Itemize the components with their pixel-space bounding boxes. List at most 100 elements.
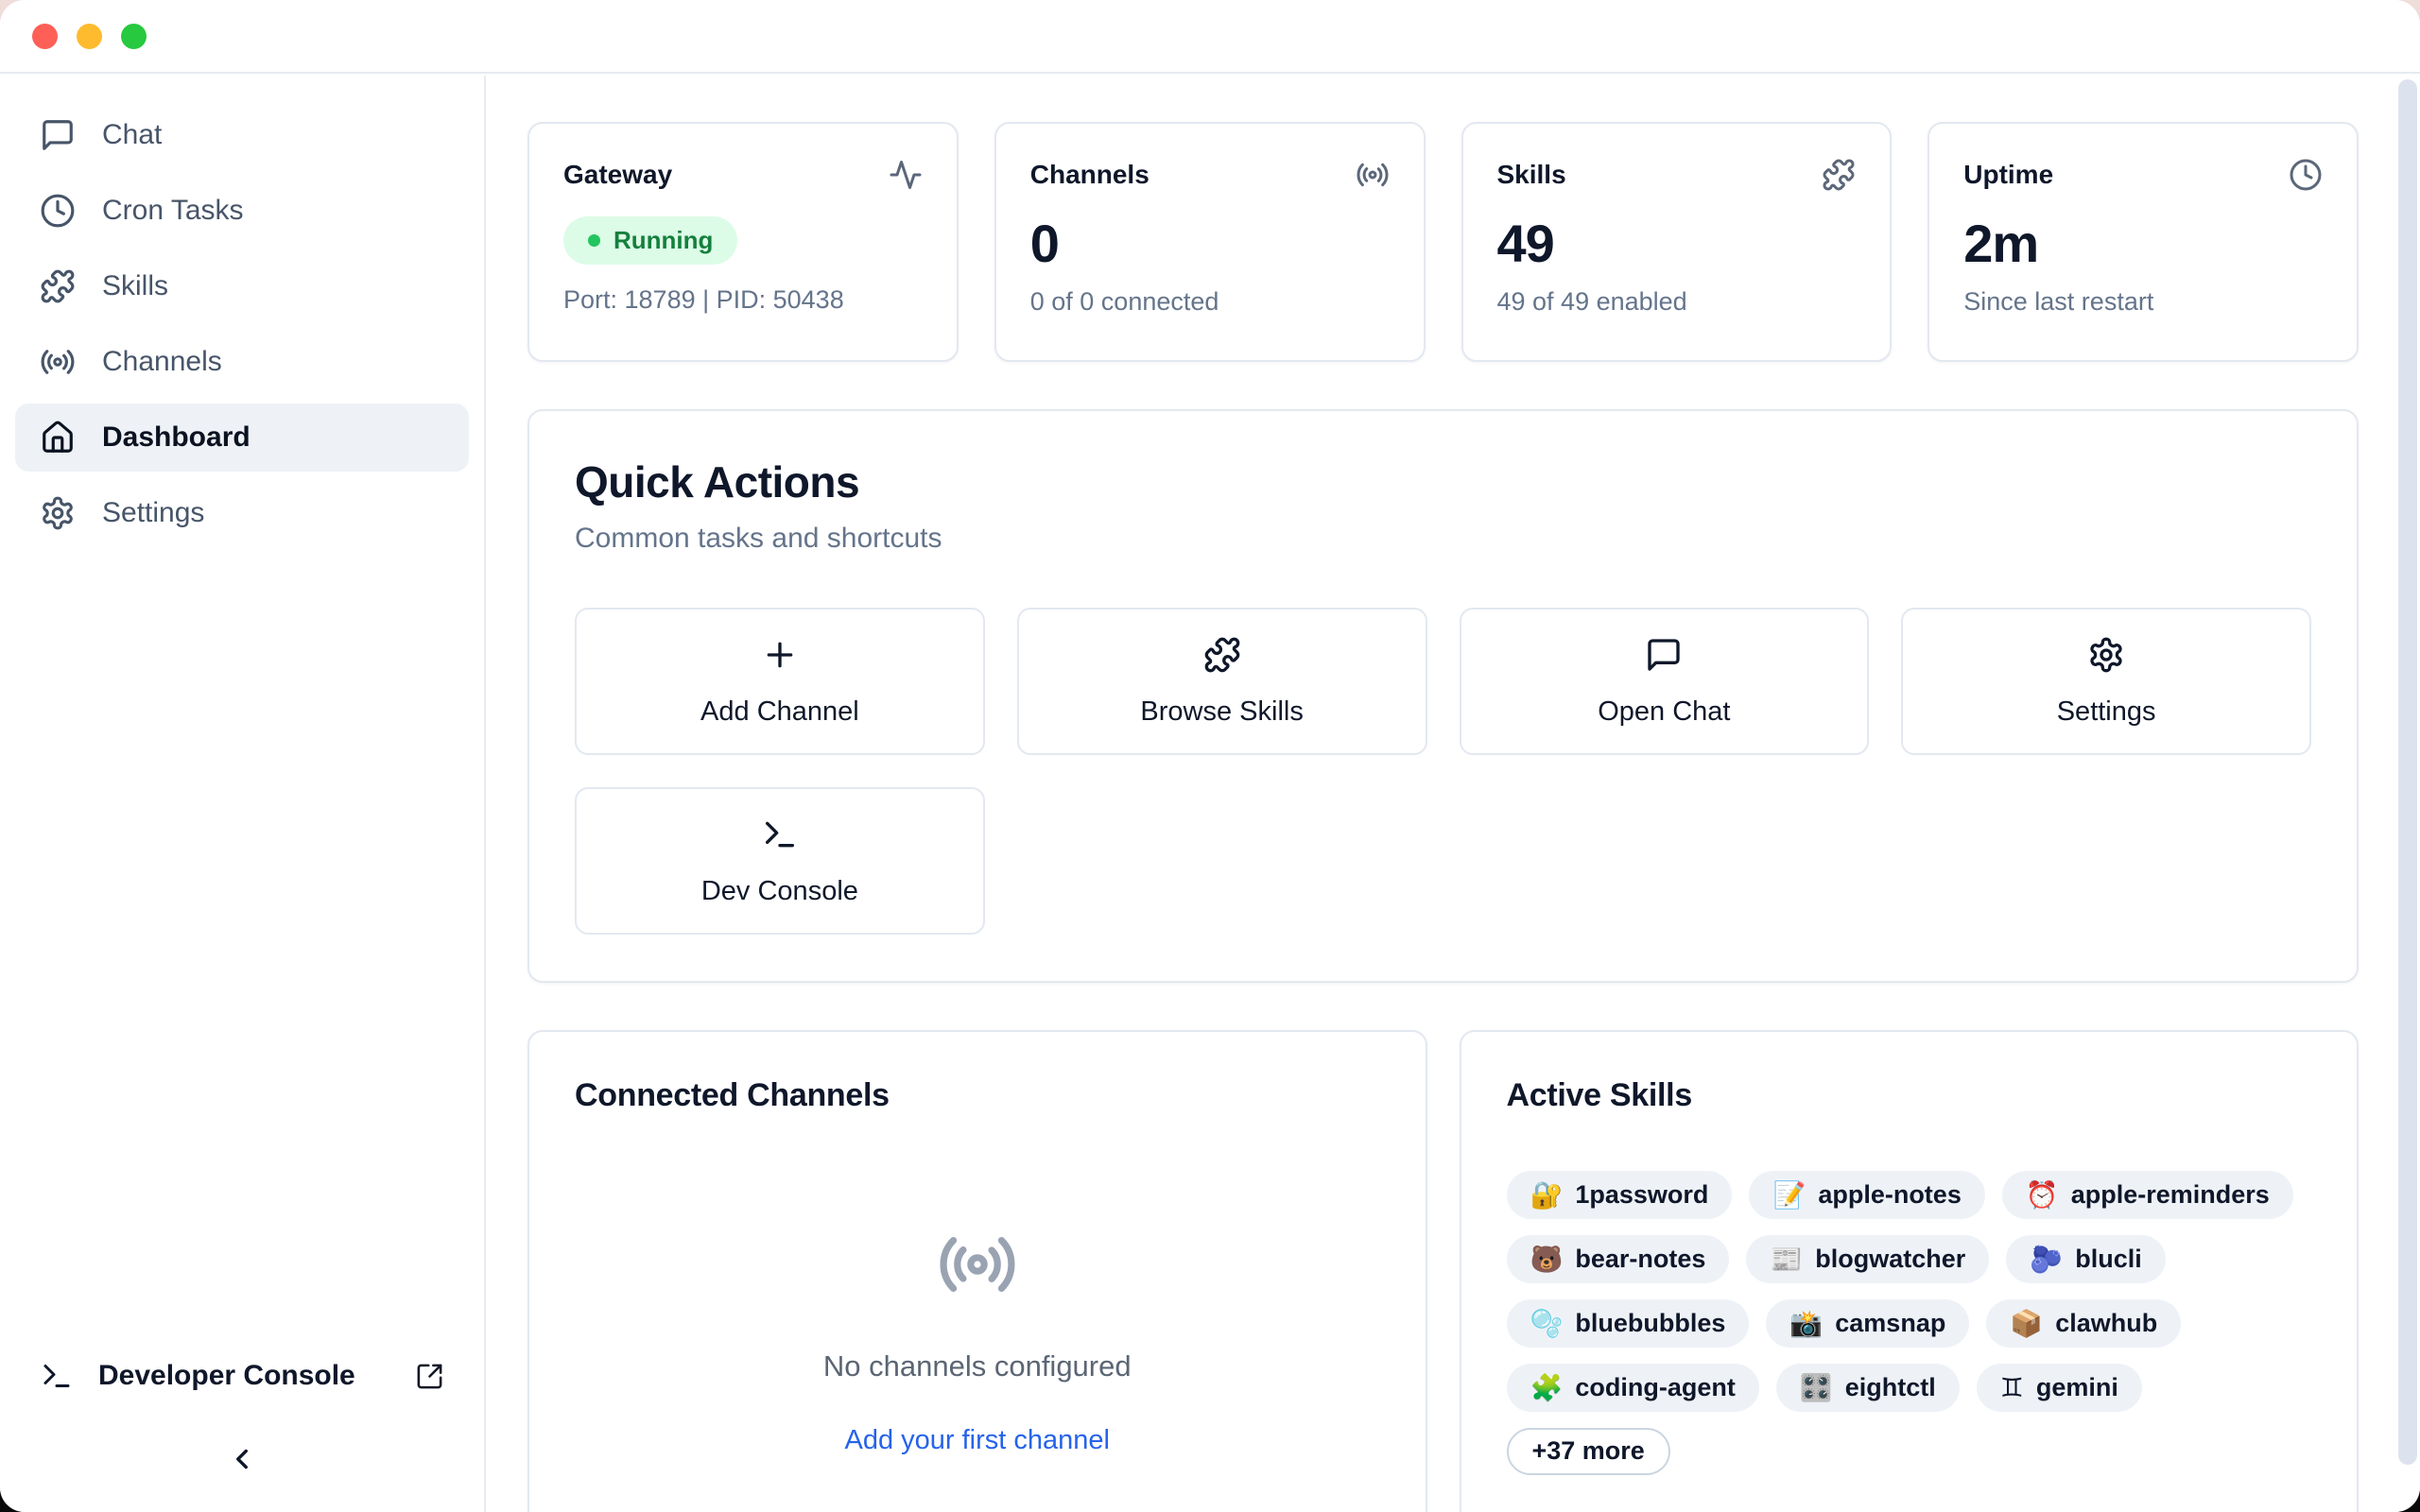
developer-console-link[interactable]: Developer Console (15, 1342, 469, 1410)
channels-empty-text: No channels configured (575, 1349, 1380, 1383)
skill-emoji: ♊ (2000, 1371, 2024, 1404)
titlebar (0, 0, 2420, 74)
skill-name: bear-notes (1575, 1244, 1705, 1276)
dev-console-button[interactable]: Dev Console (575, 787, 985, 935)
skill-badge: ♊ gemini (1977, 1364, 2142, 1412)
stat-detail: Since last restart (1963, 287, 2323, 317)
skill-name: blogwatcher (1815, 1244, 1965, 1276)
skill-emoji: ⏰ (2026, 1178, 2059, 1211)
add-channel-button[interactable]: Add Channel (575, 608, 985, 755)
dashboard-main: Gateway Running Port: 18789 | PID: 50438… (488, 76, 2420, 1512)
plus-icon (761, 636, 799, 674)
stat-value: 2m (1963, 213, 2323, 274)
zoom-button[interactable] (121, 24, 147, 49)
stat-card-skills: Skills 49 49 of 49 enabled (1461, 122, 1893, 362)
gear-icon (40, 495, 76, 531)
skill-emoji: 🎛️ (1800, 1371, 1833, 1404)
more-skills-button[interactable]: +37 more (1507, 1428, 1670, 1475)
open-chat-button[interactable]: Open Chat (1460, 608, 1870, 755)
chevron-left-icon (226, 1443, 258, 1475)
activity-icon (889, 158, 923, 192)
stat-card-gateway: Gateway Running Port: 18789 | PID: 50438 (527, 122, 959, 362)
skill-name: gemini (2036, 1372, 2118, 1404)
sidebar-collapse-button[interactable] (212, 1429, 272, 1489)
button-label: Add Channel (700, 696, 859, 728)
connected-channels-title: Connected Channels (575, 1077, 1380, 1114)
skill-badge: 📰 blogwatcher (1746, 1235, 1989, 1283)
sidebar-nav: Chat Cron Tasks Skills Channels (15, 101, 469, 555)
stat-value: 49 (1497, 213, 1857, 274)
scrollbar[interactable] (2398, 79, 2417, 1465)
sidebar-item-dashboard[interactable]: Dashboard (15, 404, 469, 472)
quick-actions-panel: Quick Actions Common tasks and shortcuts… (527, 409, 2359, 983)
stat-detail: Port: 18789 | PID: 50438 (563, 285, 923, 315)
button-label: Open Chat (1598, 696, 1730, 728)
sidebar-item-label: Settings (102, 497, 204, 529)
skill-emoji: 🫧 (1530, 1307, 1564, 1340)
sidebar-item-chat[interactable]: Chat (15, 101, 469, 169)
sidebar-item-label: Dashboard (102, 421, 251, 454)
skill-name: clawhub (2055, 1308, 2157, 1340)
skill-name: blucli (2075, 1244, 2142, 1276)
close-button[interactable] (32, 24, 58, 49)
skill-name: eightctl (1845, 1372, 1936, 1404)
skill-name: camsnap (1835, 1308, 1945, 1340)
skill-name: 1password (1575, 1179, 1708, 1211)
terminal-icon (40, 1359, 74, 1393)
skill-badge: 🎛️ eightctl (1776, 1364, 1960, 1412)
minimize-button[interactable] (77, 24, 102, 49)
clock-icon (2289, 158, 2323, 192)
quick-actions-title: Quick Actions (575, 456, 2311, 507)
connected-channels-card: Connected Channels No channels configure… (527, 1030, 1427, 1512)
status-badge: Running (563, 216, 737, 265)
sidebar-item-cron-tasks[interactable]: Cron Tasks (15, 177, 469, 245)
browse-skills-button[interactable]: Browse Skills (1017, 608, 1427, 755)
skill-emoji: 🔐 (1530, 1178, 1564, 1211)
sidebar-item-settings[interactable]: Settings (15, 479, 469, 547)
home-icon (40, 420, 76, 455)
sidebar-item-label: Channels (102, 346, 222, 378)
message-square-icon (40, 117, 76, 153)
skill-badge: ⏰apple-reminders (2002, 1171, 2293, 1219)
skill-badge: 📸 camsnap (1766, 1299, 1969, 1348)
puzzle-icon (1203, 636, 1241, 674)
radio-icon (937, 1224, 1018, 1305)
active-skills-card: Active Skills 🔐1password 📝apple-notes ⏰a… (1460, 1030, 2360, 1512)
skill-badge: 🫧bluebubbles (1507, 1299, 1750, 1348)
stat-card-uptime: Uptime 2m Since last restart (1927, 122, 2359, 362)
add-first-channel-link[interactable]: Add your first channel (575, 1425, 1380, 1456)
stat-value: 0 (1030, 213, 1390, 274)
skill-emoji: 🧩 (1530, 1371, 1564, 1404)
external-link-icon (415, 1362, 444, 1391)
settings-button[interactable]: Settings (1901, 608, 2311, 755)
skill-emoji: 🐻 (1530, 1243, 1564, 1276)
stat-title: Gateway (563, 160, 672, 190)
sidebar-item-skills[interactable]: Skills (15, 252, 469, 320)
stat-title: Uptime (1963, 160, 2053, 190)
skill-emoji: 📸 (1789, 1307, 1823, 1340)
stat-title: Channels (1030, 160, 1150, 190)
stat-title: Skills (1497, 160, 1566, 190)
sidebar-item-channels[interactable]: Channels (15, 328, 469, 396)
skill-badge: 📦clawhub (1986, 1299, 2181, 1348)
status-label: Running (614, 226, 713, 255)
stat-detail: 0 of 0 connected (1030, 287, 1390, 317)
developer-console-label: Developer Console (98, 1360, 355, 1392)
puzzle-icon (40, 268, 76, 304)
skill-emoji: 📰 (1770, 1243, 1803, 1276)
skill-badge: 🫐blucli (2006, 1235, 2165, 1283)
quick-actions-grid: Add Channel Browse Skills Open Chat (575, 608, 2311, 935)
button-label: Dev Console (701, 876, 858, 907)
sidebar-item-label: Cron Tasks (102, 195, 244, 227)
radio-icon (1356, 158, 1390, 192)
sidebar-item-label: Chat (102, 119, 162, 151)
skill-emoji: 📝 (1772, 1178, 1806, 1211)
bottom-row: Connected Channels No channels configure… (527, 1030, 2359, 1512)
skill-badge: 🔐 1password (1507, 1171, 1733, 1219)
active-skills-title: Active Skills (1507, 1077, 2312, 1114)
skill-name: coding-agent (1575, 1372, 1736, 1404)
stat-card-channels: Channels 0 0 of 0 connected (994, 122, 1426, 362)
app-window: Chat Cron Tasks Skills Channels (0, 0, 2420, 1512)
button-label: Browse Skills (1140, 696, 1303, 728)
skill-badge: 🐻 bear-notes (1507, 1235, 1730, 1283)
